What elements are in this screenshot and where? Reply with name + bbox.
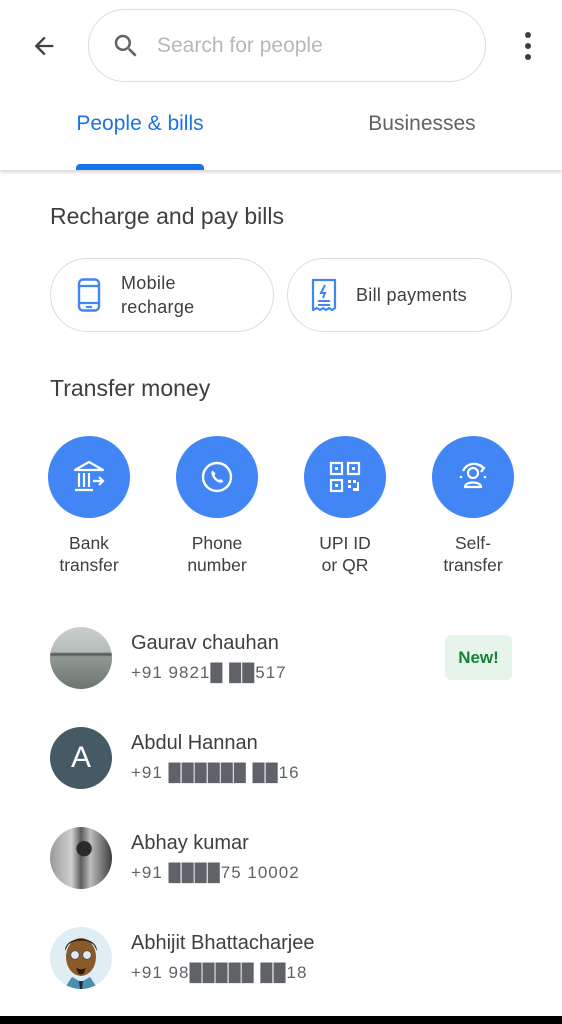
- self-transfer-button[interactable]: Self- transfer: [409, 436, 537, 576]
- smartphone-icon: [75, 278, 103, 312]
- contact-list-item[interactable]: Gaurav chauhan +91 9821█ ██517 New!: [50, 627, 512, 691]
- more-options-button[interactable]: [514, 28, 542, 64]
- contact-name: Abhijit Bhattacharjee: [131, 932, 315, 954]
- self-transfer-circle: [432, 436, 514, 518]
- back-button[interactable]: [26, 28, 62, 64]
- bank-icon: [73, 460, 105, 492]
- search-icon: [114, 34, 137, 57]
- qr-code-icon: [329, 461, 361, 493]
- search-input[interactable]: [157, 33, 457, 58]
- contact-phone: +91 9821█ ██517: [131, 663, 287, 682]
- bank-transfer-circle: [48, 436, 130, 518]
- avatar: [50, 627, 112, 689]
- contact-phone: +91 98█████ ██18: [131, 963, 308, 982]
- contact-phone: +91 ██████ ██16: [131, 763, 300, 782]
- avatar-initial: A: [70, 741, 91, 774]
- receipt-icon: [310, 278, 338, 312]
- more-vert-icon-dot: [525, 54, 531, 60]
- upi-qr-button[interactable]: UPI ID or QR: [281, 436, 409, 576]
- avatar: [50, 827, 112, 889]
- phone-number-circle: [176, 436, 258, 518]
- upi-qr-circle: [304, 436, 386, 518]
- phone-icon: [201, 461, 233, 493]
- more-vert-icon-dot: [525, 32, 531, 38]
- upi-qr-label: UPI ID or QR: [319, 533, 371, 575]
- bill-payments-label: Bill payments: [356, 285, 467, 305]
- contact-list-item[interactable]: Abhay kumar +91 ████75 10002: [50, 827, 512, 891]
- avatar: A: [50, 727, 112, 789]
- contact-list-item[interactable]: A Abdul Hannan +91 ██████ ██16: [50, 727, 512, 791]
- system-navigation-bar: [0, 1016, 562, 1024]
- bank-transfer-label: Bank transfer: [59, 533, 119, 575]
- mobile-recharge-label: Mobile recharge: [121, 273, 195, 317]
- arrow-back-icon: [34, 36, 54, 56]
- search-bar[interactable]: [88, 9, 486, 82]
- more-vert-icon-dot: [525, 43, 531, 49]
- contact-name: Gaurav chauhan: [131, 632, 279, 654]
- active-tab-indicator: [76, 164, 204, 170]
- phone-number-label: Phone number: [187, 533, 247, 575]
- transfer-section-title: Transfer money: [50, 375, 211, 401]
- tab-businesses[interactable]: Businesses: [330, 112, 514, 136]
- bank-transfer-button[interactable]: Bank transfer: [25, 436, 153, 576]
- contact-list-item[interactable]: Abhijit Bhattacharjee +91 98█████ ██18: [50, 927, 512, 991]
- mobile-recharge-button[interactable]: Mobile recharge: [50, 258, 274, 332]
- contact-phone: +91 ████75 10002: [131, 863, 300, 882]
- contact-name: Abhay kumar: [131, 832, 249, 854]
- new-badge: New!: [445, 635, 512, 680]
- bill-payments-button[interactable]: Bill payments: [287, 258, 512, 332]
- avatar: [50, 927, 112, 989]
- phone-number-button[interactable]: Phone number: [153, 436, 281, 576]
- recharge-section-title: Recharge and pay bills: [50, 203, 284, 229]
- self-transfer-label: Self- transfer: [443, 533, 503, 575]
- tab-people-and-bills[interactable]: People & bills: [48, 112, 232, 136]
- contact-name: Abdul Hannan: [131, 732, 258, 754]
- self-transfer-icon: [459, 462, 487, 489]
- top-app-bar: People & bills Businesses: [0, 0, 562, 170]
